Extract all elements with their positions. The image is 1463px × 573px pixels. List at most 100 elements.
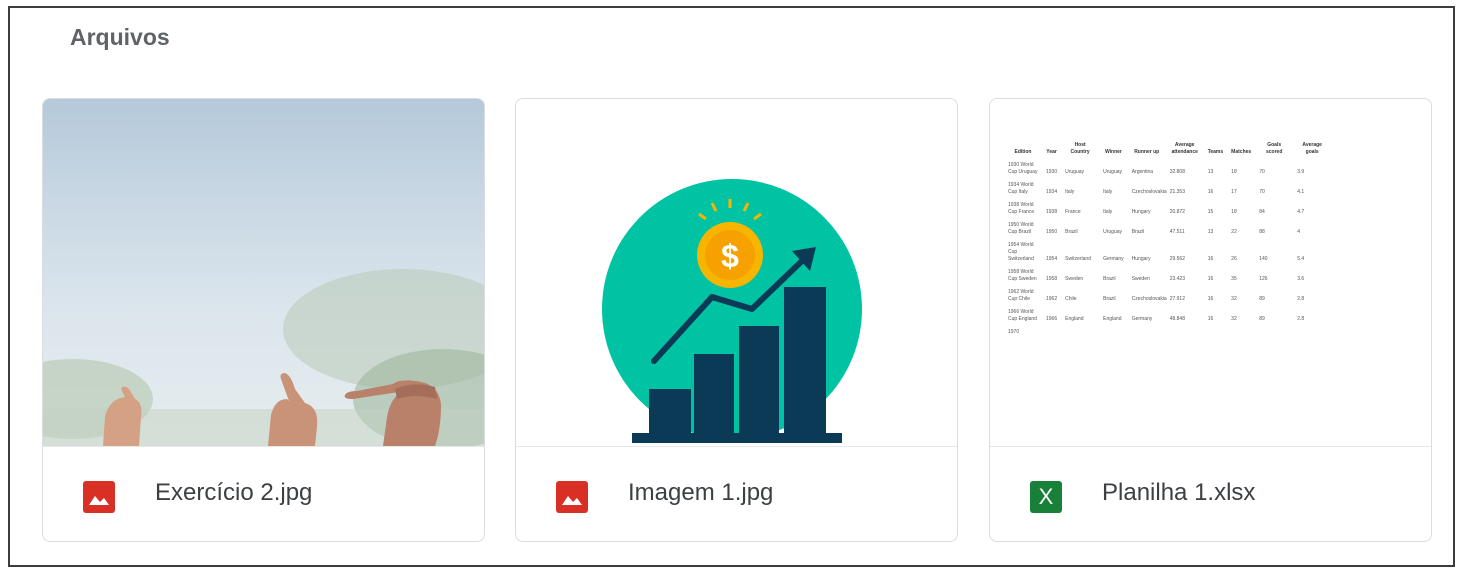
sheet-cell: 89 <box>1259 296 1265 302</box>
sheet-cell: 4.7 <box>1297 209 1305 215</box>
sheet-cell: England <box>1103 316 1122 322</box>
sheet-cell: 47.511 <box>1169 229 1185 235</box>
sheet-cell: 84 <box>1259 209 1265 215</box>
file-footer: Exercício 2.jpg <box>43 446 484 541</box>
file-footer: X Planilha 1.xlsx <box>990 446 1431 541</box>
sheet-cell: 18 <box>1231 169 1237 175</box>
sheet-cell <box>1166 326 1204 339</box>
file-preview-photo <box>43 99 484 446</box>
file-preview-spreadsheet: Edition Year Host Country Winner Runner up Av… <box>990 99 1431 446</box>
file-card-exercicio[interactable]: Exercício 2.jpg <box>42 98 485 542</box>
sheet-cell: 1930 World Cup Uruguay <box>1008 162 1038 175</box>
file-name: Exercício 2.jpg <box>155 479 313 506</box>
sheet-cell: Czechoslovakia <box>1131 189 1167 195</box>
section-title: Arquivos <box>70 24 170 50</box>
sheet-cell <box>1204 326 1227 339</box>
spreadsheet-table: Edition Year Host Country Winner Runner up Av… <box>1004 139 1331 339</box>
sheet-cell: 1962 World Cup Chile <box>1008 289 1034 302</box>
sheet-cell: 16 <box>1207 276 1214 282</box>
sheet-cell: 2.8 <box>1297 316 1305 322</box>
sheet-cell: 17 <box>1231 189 1237 195</box>
sheet-header-cell: Matches <box>1231 149 1252 155</box>
sheet-cell: 35 <box>1231 276 1237 282</box>
sheet-row: 1930 World Cup Uruguay 1930 Uruguay Uruguay… <box>1004 159 1331 179</box>
sheet-cell: Hungary <box>1131 209 1151 215</box>
sheet-row: 1958 World Cup Sweden 1958 Sweden Brazil Swe… <box>1004 266 1331 286</box>
excel-icon-letter: X <box>1038 484 1054 509</box>
sheet-row: 1962 World Cup Chile 1962 Chile Brazil Czech… <box>1004 286 1331 306</box>
sheet-cell: 22 <box>1231 229 1237 235</box>
sheet-header-cell: Goals scored <box>1265 142 1283 155</box>
sheet-cell: Czechoslovakia <box>1131 296 1167 302</box>
image-file-icon <box>556 481 588 513</box>
sheet-cell: 1954 <box>1046 256 1058 262</box>
sheet-row: 1938 World Cup France 1938 France Italy Hung… <box>1004 199 1331 219</box>
sheet-cell: Brazil <box>1065 229 1078 235</box>
sheet-cell: 29.562 <box>1169 256 1185 262</box>
sheet-cell: 20.872 <box>1169 209 1185 215</box>
file-card-planilha[interactable]: Edition Year Host Country Winner Runner up Av… <box>989 98 1432 542</box>
sheet-cell: 16 <box>1207 296 1214 302</box>
sheet-cell: 1954 World Cup Switzerland <box>1008 242 1034 262</box>
sheet-cell <box>1293 326 1331 339</box>
sheet-cell: 27.912 <box>1169 296 1185 302</box>
sheet-row: 1934 World Cup Italy 1934 Italy Italy Czecho… <box>1004 179 1331 199</box>
sheet-header-cell: Average goals <box>1302 142 1322 155</box>
sheet-cell: 16 <box>1207 189 1214 195</box>
sheet-cell: Uruguay <box>1103 229 1123 235</box>
sheet-cell: 1966 World Cup England <box>1008 309 1037 322</box>
sheet-cell: 32 <box>1231 296 1237 302</box>
sheet-cell <box>1042 326 1061 339</box>
files-panel: Arquivos Exercício 2.jpg $ Imagem 1.jpg … <box>8 6 1455 567</box>
sheet-cell: 1950 <box>1046 229 1058 235</box>
sheet-cell: 1950 World Cup Brazil <box>1008 222 1034 235</box>
sheet-cell <box>1061 326 1099 339</box>
sheet-cell: Argentina <box>1131 169 1154 175</box>
sheet-cell: 1958 World Cup Sweden <box>1008 269 1037 282</box>
sheet-cell: 1938 <box>1046 209 1058 215</box>
sheet-cell: 126 <box>1259 276 1268 282</box>
sheet-cell: 2.8 <box>1297 296 1305 302</box>
image-file-icon <box>83 481 115 513</box>
sheet-row: 1950 World Cup Brazil 1950 Brazil Uruguay Br… <box>1004 219 1331 239</box>
sheet-cell: 140 <box>1259 256 1268 262</box>
sheet-header-cell: Runner up <box>1134 149 1160 155</box>
file-name: Imagem 1.jpg <box>628 479 774 506</box>
file-card-imagem[interactable]: $ Imagem 1.jpg <box>515 98 958 542</box>
svg-text:$: $ <box>721 238 739 274</box>
sheet-cell: 1966 <box>1046 316 1058 322</box>
file-name: Planilha 1.xlsx <box>1102 479 1256 506</box>
file-footer: Imagem 1.jpg <box>516 446 957 541</box>
sheet-cell: 89 <box>1259 316 1265 322</box>
sheet-cell: Italy <box>1103 209 1113 215</box>
sheet-cell: 21.353 <box>1169 189 1185 195</box>
sheet-header-cell: Teams <box>1207 149 1224 155</box>
sheet-cell: 26 <box>1231 256 1237 262</box>
sheet-cell: 13 <box>1207 169 1214 175</box>
sheet-cell: Germany <box>1131 316 1153 322</box>
sheet-cell: Brazil <box>1103 276 1116 282</box>
sheet-cell: Italy <box>1065 189 1075 195</box>
sheet-cell: 1938 World Cup France <box>1008 202 1035 215</box>
sheet-cell: Germany <box>1103 256 1124 262</box>
sheet-cell: Sweden <box>1131 276 1150 282</box>
sheet-cell: 3.6 <box>1297 276 1305 282</box>
sheet-cell: 1970 <box>1008 329 1020 335</box>
sheet-cell: Chile <box>1065 296 1077 302</box>
sheet-cell: 18 <box>1231 209 1237 215</box>
sheet-cell: 88 <box>1259 229 1265 235</box>
sheet-cell: Brazil <box>1103 296 1116 302</box>
file-preview-illustration: $ <box>516 99 957 446</box>
sheet-cell: 15 <box>1207 209 1214 215</box>
sheet-cell: 3.9 <box>1297 169 1305 175</box>
sheet-cell: England <box>1065 316 1084 322</box>
sheet-cell: 1934 World Cup Italy <box>1008 182 1034 195</box>
sheet-header-cell: Year <box>1046 149 1057 155</box>
sheet-cell: 1934 <box>1046 189 1058 195</box>
sheet-cell: 1930 <box>1046 169 1058 175</box>
sheet-cell: 70 <box>1259 189 1265 195</box>
sheet-cell: Sweden <box>1065 276 1084 282</box>
sheet-cell: 5.4 <box>1297 256 1305 262</box>
sheet-header-cell: Edition <box>1014 149 1032 155</box>
sheet-cell <box>1255 326 1293 339</box>
